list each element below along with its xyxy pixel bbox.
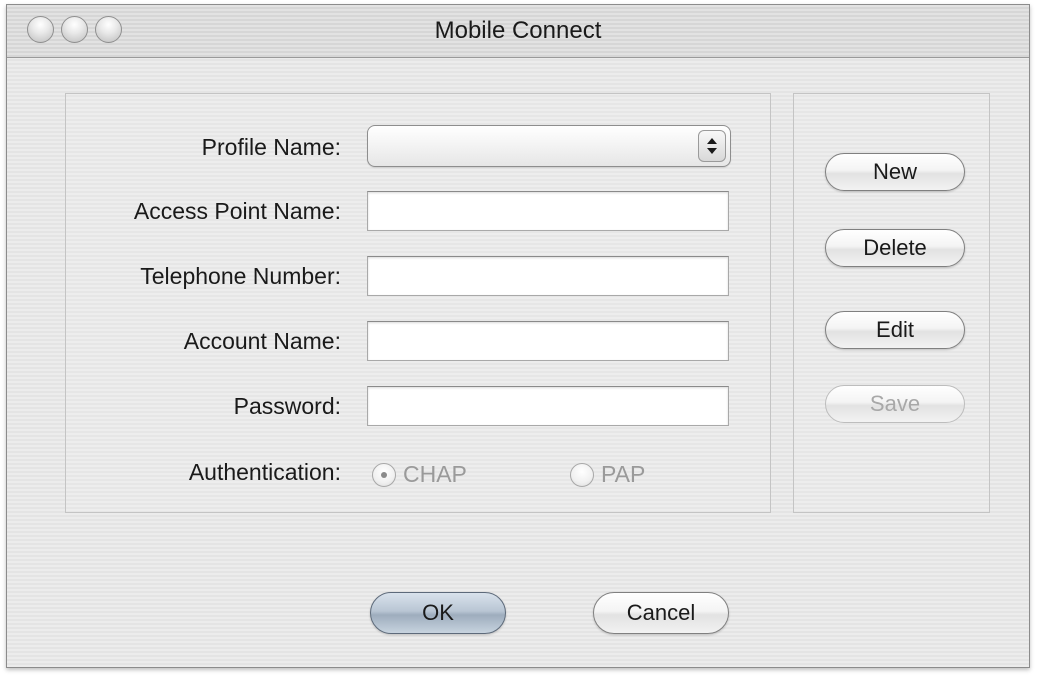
authentication-label: Authentication: bbox=[188, 459, 341, 485]
account-name-field[interactable] bbox=[367, 321, 729, 361]
pap-radio[interactable] bbox=[570, 463, 594, 487]
access-point-name-field[interactable] bbox=[367, 191, 729, 231]
ok-button[interactable]: OK bbox=[370, 592, 506, 634]
account-name-label: Account Name: bbox=[183, 328, 341, 354]
password-label: Password: bbox=[233, 393, 341, 419]
window-title: Mobile Connect bbox=[434, 17, 602, 44]
profile-name-popup[interactable] bbox=[367, 125, 731, 167]
access-point-name-label: Access Point Name: bbox=[133, 198, 341, 224]
edit-button[interactable]: Edit bbox=[825, 311, 965, 349]
updown-arrows-icon bbox=[698, 130, 726, 162]
radio-selected-dot-icon bbox=[381, 472, 387, 478]
chap-radio[interactable] bbox=[372, 463, 396, 487]
cancel-button[interactable]: Cancel bbox=[593, 592, 729, 634]
telephone-number-field[interactable] bbox=[367, 256, 729, 296]
save-button[interactable]: Save bbox=[825, 385, 965, 423]
profile-name-label: Profile Name: bbox=[201, 134, 341, 160]
telephone-number-label: Telephone Number: bbox=[140, 263, 341, 289]
new-button[interactable]: New bbox=[825, 153, 965, 191]
chap-radio-label: CHAP bbox=[403, 461, 467, 487]
delete-button[interactable]: Delete bbox=[825, 229, 965, 267]
password-field[interactable] bbox=[367, 386, 729, 426]
pap-radio-label: PAP bbox=[601, 461, 646, 487]
title-bar[interactable]: Mobile Connect bbox=[7, 5, 1029, 58]
mobile-connect-window: Mobile Connect Profile Name: Access Poin… bbox=[6, 4, 1030, 668]
